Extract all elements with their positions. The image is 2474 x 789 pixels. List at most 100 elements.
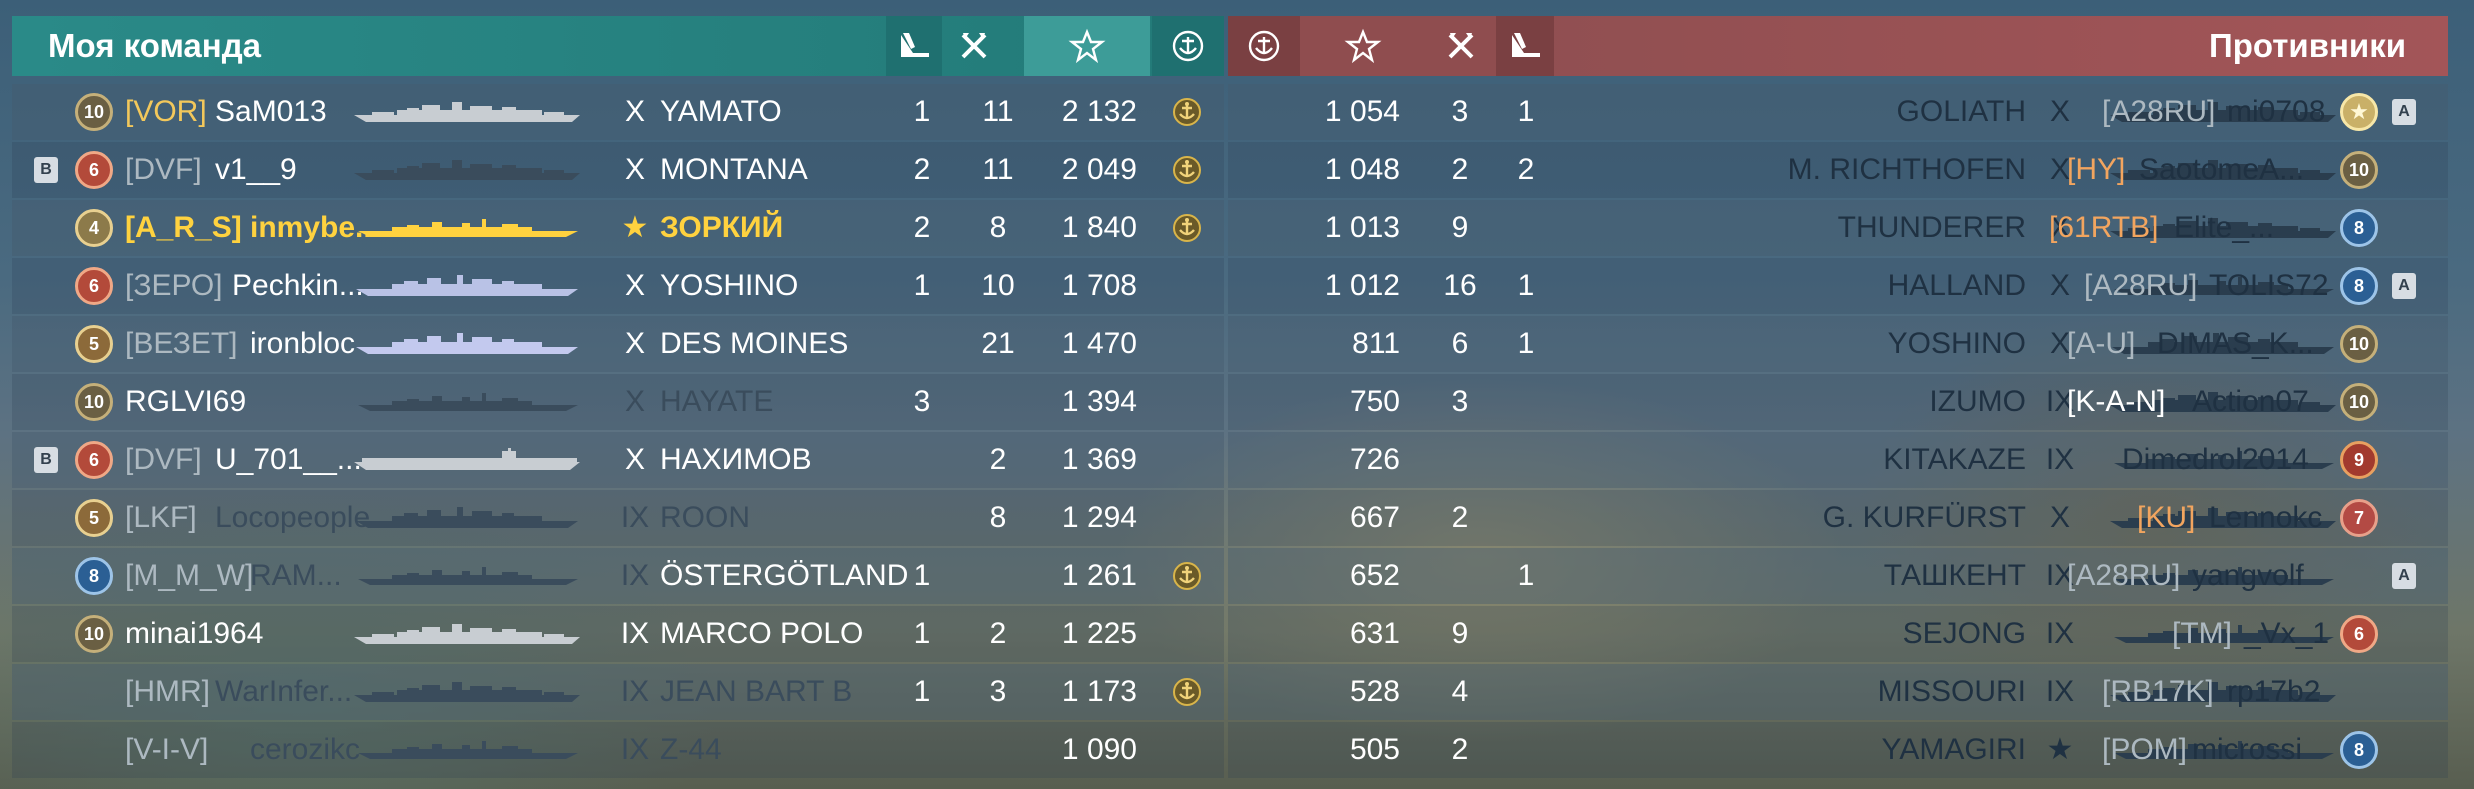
planes-destroyed: 1 — [913, 559, 931, 592]
player-name: U_701__... — [215, 443, 362, 476]
player-name: DIMAS_K... — [2157, 327, 2314, 360]
anchor-emblem-icon — [1172, 213, 1202, 243]
frags-icon[interactable] — [1426, 16, 1496, 76]
table-row[interactable]: 726 KITAKAZE IX Dimedrol2014 9 — [1228, 432, 2448, 488]
experience-star-icon[interactable] — [1024, 16, 1150, 76]
level-emblem: 10 — [2340, 383, 2378, 421]
player-name: SaotomeA... — [2139, 153, 2305, 186]
ship-tier: IX — [620, 733, 650, 766]
base-experience: 1 261 — [1061, 559, 1137, 592]
table-row[interactable]: 505 2 YAMAGIRI ★ microssi [POM] 8 — [1228, 722, 2448, 778]
planes-destroyed-icon[interactable] — [886, 16, 942, 76]
frags-count: 6 — [1451, 327, 1469, 360]
level-emblem: 10 — [2340, 325, 2378, 363]
ship-silhouette-icon — [352, 680, 582, 704]
frags-count: 2 — [1451, 733, 1469, 766]
table-row[interactable]: 1 048 2 2 M. RICHTHOFEN X SaotomeA... [HY] 10 — [1228, 142, 2448, 198]
enemies-title: Противники — [2209, 27, 2406, 64]
table-row[interactable]: 811 6 1 YOSHINO X DIMAS_K... [A-U] 10 — [1228, 316, 2448, 372]
frags-count: 10 — [981, 269, 1015, 302]
player-name: Pechkin... — [232, 269, 364, 302]
ship-tier: X — [624, 385, 645, 418]
base-experience: 750 — [1349, 385, 1400, 418]
ship-tier: X — [624, 269, 645, 302]
clan-tag: [DVF] — [125, 443, 202, 476]
planes-destroyed — [902, 722, 942, 778]
ship-name: M. RICHTHOFEN — [1787, 153, 2026, 186]
division-badge: В — [34, 447, 58, 473]
anchor-emblem-icon[interactable] — [1152, 16, 1224, 76]
clan-tag: [K-A-N] — [2067, 385, 2166, 418]
frags-count: 16 — [1443, 269, 1477, 302]
table-row[interactable]: 5 [LKF] Locopeople IX ROON 8 1 294 — [12, 490, 1224, 546]
base-experience: 1 054 — [1324, 95, 1400, 128]
level-emblem: ★ — [2340, 93, 2378, 131]
base-experience: 1 048 — [1324, 153, 1400, 186]
table-row[interactable]: 4 [A_R_S] inmybe... ★ ЗОРКИЙ 2 8 1 840 — [12, 200, 1224, 256]
base-experience: 1 369 — [1061, 443, 1137, 476]
ship-name: Z-44 — [660, 733, 722, 766]
base-experience: 1 012 — [1324, 269, 1400, 302]
clan-tag: [TM] — [2172, 617, 2232, 650]
planes-destroyed-icon[interactable] — [1496, 16, 1554, 76]
table-row[interactable]: 667 2 G. KURFÜRST X Lennokc [KU] 7 — [1228, 490, 2448, 546]
table-row[interactable]: 652 1 ТАШКЕНТ IX yangvolf [A28RU] A — [1228, 548, 2448, 604]
ship-name: YOSHINO — [1887, 327, 2026, 360]
ship-name: HALLAND — [1887, 269, 2026, 302]
table-row[interactable]: 10 [VOR] SaM013 X YAMATO 1 11 2 132 — [12, 84, 1224, 140]
ship-name: ТАШКЕНТ — [1883, 559, 2026, 592]
table-row[interactable]: 528 4 MISSOURI IX rp17b2 [RB17K] — [1228, 664, 2448, 720]
table-row[interactable]: 5 [ВЕЗЕТ] ironbloc X DES MOINES 21 1 470 — [12, 316, 1224, 372]
clan-tag: [M_M_W] — [125, 559, 254, 592]
ship-silhouette-icon — [352, 506, 582, 530]
table-row[interactable]: В 6 [DVF] U_701__... X НАХИМОВ 2 1 369 — [12, 432, 1224, 488]
table-row[interactable]: 750 3 IZUMO IX Action07 [K-A-N] 10 — [1228, 374, 2448, 430]
anchor-emblem-icon — [1172, 677, 1202, 707]
ship-silhouette-icon — [352, 100, 582, 124]
table-row[interactable]: 6 [ЗЕРО] Pechkin... X YOSHINO 1 10 1 708 — [12, 258, 1224, 314]
table-row[interactable]: 1 013 9 THUNDERER X Elite_... [61RTB] 8 — [1228, 200, 2448, 256]
planes-destroyed: 2 — [913, 211, 931, 244]
base-experience: 667 — [1349, 501, 1400, 534]
table-row[interactable]: 10 RGLVI69 X HAYATE 3 1 394 — [12, 374, 1224, 430]
experience-star-icon[interactable] — [1300, 16, 1426, 76]
level-emblem: 10 — [75, 93, 113, 131]
player-name: mi0708 — [2227, 95, 2326, 128]
table-row[interactable]: [V-I-V] cerozikc IX Z-44 1 090 — [12, 722, 1224, 778]
clan-tag: [A_R_S] — [125, 211, 242, 244]
ship-silhouette-icon — [352, 158, 582, 182]
base-experience: 652 — [1349, 559, 1400, 592]
table-row[interactable]: 631 9 SEJONG IX _Vx_1 [TM] 6 — [1228, 606, 2448, 662]
player-name: RAM... — [250, 559, 342, 592]
ship-name: IZUMO — [1929, 385, 2026, 418]
ship-tier: IX — [620, 617, 650, 650]
table-row[interactable]: 8 [M_M_W] RAM... IX ÖSTERGÖTLAND 1 1 261 — [12, 548, 1224, 604]
frags-icon[interactable] — [942, 16, 1006, 76]
clan-tag: [VOR] — [125, 95, 207, 128]
table-row[interactable]: 1 012 16 1 HALLAND X TOLIS72 [A28RU] 8 A — [1228, 258, 2448, 314]
ship-name: MARCO POLO — [660, 617, 864, 650]
base-experience: 631 — [1349, 617, 1400, 650]
frags-count: 9 — [1451, 211, 1469, 244]
table-row[interactable]: 10 minai1964 IX MARCO POLO 1 2 1 225 — [12, 606, 1224, 662]
base-experience: 2 132 — [1061, 95, 1137, 128]
ship-name: MISSOURI — [1877, 675, 2026, 708]
ship-tier: IX — [620, 675, 650, 708]
ship-name: JEAN BART B — [660, 675, 853, 708]
frags-count — [968, 374, 1028, 430]
clan-tag: [HY] — [2067, 153, 2126, 186]
frags-count: 8 — [989, 501, 1007, 534]
base-experience: 1 394 — [1061, 385, 1137, 418]
table-row[interactable]: [HMR] WarInfer... IX JEAN BART B 1 3 1 173 — [12, 664, 1224, 720]
clan-tag: [A28RU] — [2067, 559, 2181, 592]
ship-name: DES MOINES — [660, 327, 849, 360]
frags-count: 2 — [989, 443, 1007, 476]
player-name: Elite_... — [2174, 211, 2275, 244]
table-row[interactable]: В 6 [DVF] v1__9 X MONTANA 2 11 2 049 — [12, 142, 1224, 198]
frags-count — [1428, 432, 1492, 488]
ship-tier: X — [624, 95, 645, 128]
base-experience: 726 — [1349, 443, 1400, 476]
table-row[interactable]: 1 054 3 1 GOLIATH Xmi0708 [A28RU] ★ A — [1228, 84, 2448, 140]
enemies-panel: Противники 1 054 3 1 GOLIATH Xmi0708 [A28RU] ★… — [1228, 16, 2448, 789]
anchor-emblem-icon[interactable] — [1228, 16, 1300, 76]
